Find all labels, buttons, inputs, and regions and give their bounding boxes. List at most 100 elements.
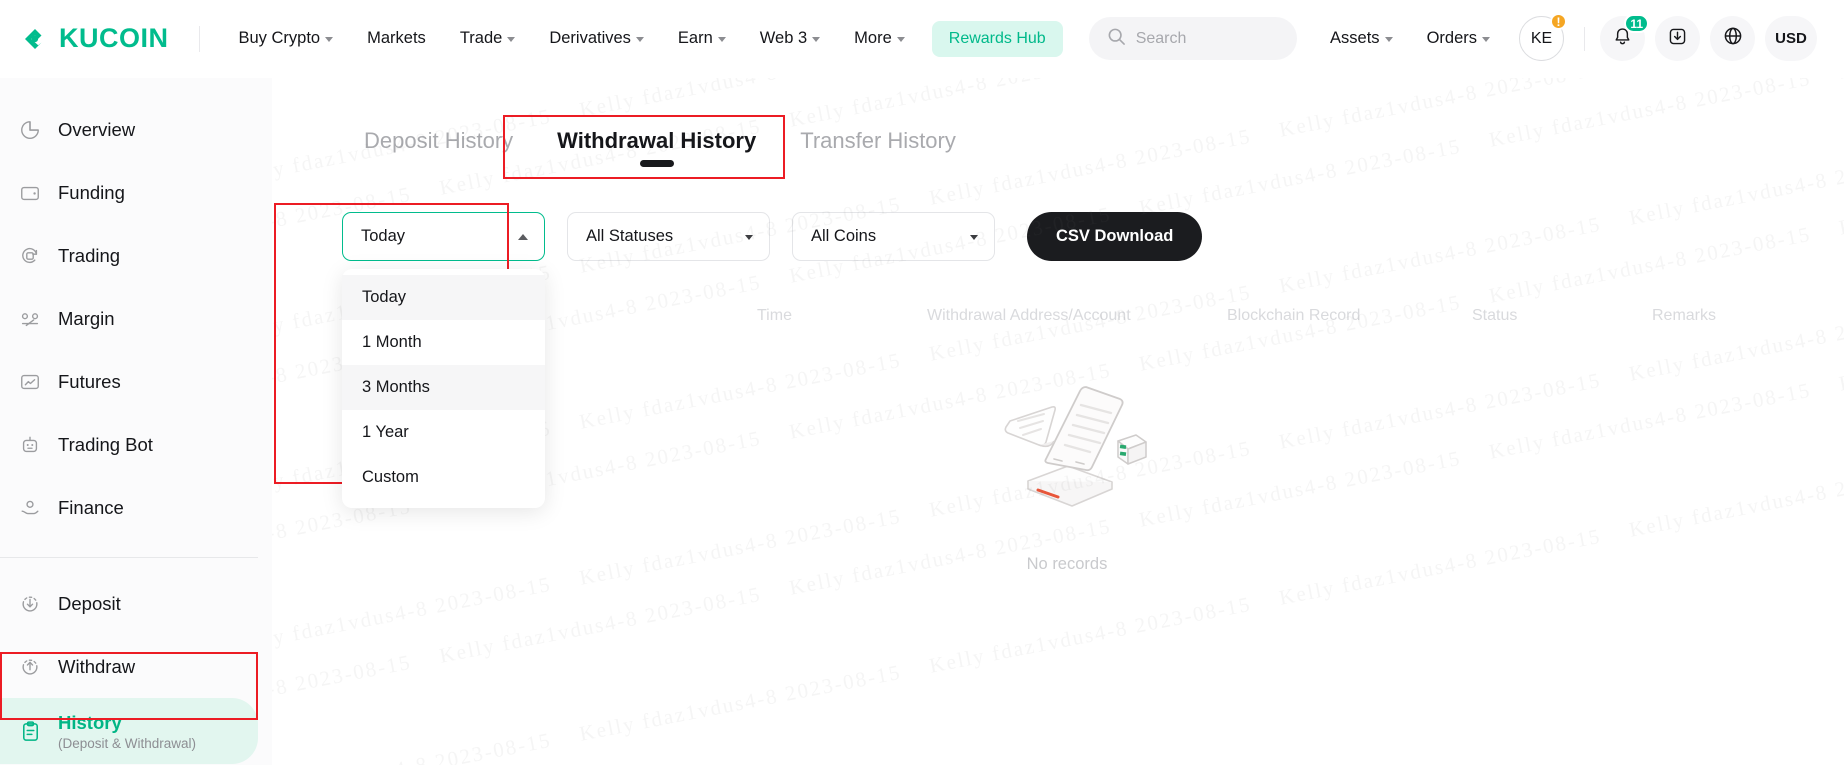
top-navigation-bar: KUCOIN Buy Crypto Markets Trade Derivati…	[0, 0, 1844, 78]
search-input[interactable]	[1135, 29, 1279, 48]
nav-item-earn[interactable]: Earn	[661, 21, 743, 56]
period-option-label: Custom	[362, 468, 419, 486]
nav-item-assets[interactable]: Assets	[1313, 21, 1410, 56]
tab-withdrawal-history[interactable]: Withdrawal History	[535, 128, 778, 170]
sidebar-item-trading[interactable]: Trading	[0, 224, 272, 287]
period-option-today[interactable]: Today	[342, 275, 545, 320]
period-option-label: Today	[362, 288, 407, 306]
sidebar-item-withdraw[interactable]: Withdraw	[0, 635, 272, 698]
no-records-label: No records	[1026, 555, 1108, 573]
period-option-label: 3 Months	[362, 378, 430, 396]
search-box[interactable]	[1088, 17, 1297, 60]
period-filter-wrapper: Today Today 1 Month 3 Months 1 Year Cust…	[342, 212, 545, 508]
chevron-down-icon	[1384, 37, 1393, 42]
margin-icon	[18, 307, 42, 331]
sidebar-item-finance[interactable]: Finance	[0, 476, 272, 539]
finance-icon	[18, 496, 42, 520]
no-records-illustration-icon	[980, 363, 1155, 533]
tab-label: Withdrawal History	[557, 128, 757, 153]
sidebar-item-funding[interactable]: Funding	[0, 161, 272, 224]
chevron-down-icon	[635, 37, 644, 42]
table-header-status: Status	[1472, 307, 1518, 324]
chevron-down-icon	[717, 37, 726, 42]
notifications-button[interactable]: 11	[1600, 14, 1649, 61]
currency-button[interactable]: USD	[1765, 16, 1817, 61]
sidebar-item-label: Trading Bot	[58, 433, 153, 455]
sidebar: Overview Funding Trading Margin Futures …	[0, 78, 272, 765]
nav-item-label: More	[854, 29, 892, 47]
wallet-icon	[18, 181, 42, 205]
coin-select[interactable]: All Coins	[792, 212, 995, 261]
period-option-3-months[interactable]: 3 Months	[342, 365, 545, 410]
deposit-arrow-icon	[18, 592, 42, 616]
kucoin-logo[interactable]: KUCOIN	[18, 22, 169, 56]
chevron-down-icon	[970, 235, 978, 240]
nav-divider	[1584, 26, 1585, 51]
tab-deposit-history[interactable]: Deposit History	[342, 128, 535, 170]
tab-label: Transfer History	[800, 128, 956, 153]
nav-item-derivatives[interactable]: Derivatives	[532, 21, 661, 56]
sidebar-item-history[interactable]: History (Deposit & Withdrawal)	[0, 698, 258, 764]
download-icon	[1667, 26, 1688, 52]
sidebar-item-label: Finance	[58, 496, 124, 518]
nav-item-label: Assets	[1330, 29, 1380, 47]
period-option-1-year[interactable]: 1 Year	[342, 410, 545, 455]
language-button[interactable]	[1710, 16, 1755, 61]
csv-download-button[interactable]: CSV Download	[1027, 212, 1203, 261]
status-select-value: All Statuses	[586, 227, 674, 245]
sidebar-item-label: Margin	[58, 307, 115, 329]
period-option-label: 1 Year	[362, 423, 409, 441]
futures-icon	[18, 370, 42, 394]
chevron-down-icon	[507, 37, 516, 42]
sidebar-item-label: Overview	[58, 118, 136, 140]
kucoin-logo-mark	[18, 22, 52, 56]
tab-transfer-history[interactable]: Transfer History	[778, 128, 978, 170]
sidebar-item-trading-bot[interactable]: Trading Bot	[0, 413, 272, 476]
period-option-custom[interactable]: Custom	[342, 455, 545, 500]
nav-item-label: Trade	[459, 29, 503, 47]
nav-item-label: Earn	[677, 29, 713, 47]
period-select[interactable]: Today	[342, 212, 545, 261]
avatar-alert-badge: !	[1550, 13, 1567, 30]
status-select[interactable]: All Statuses	[567, 212, 770, 261]
nav-item-buy-crypto[interactable]: Buy Crypto	[222, 21, 351, 56]
chevron-down-icon	[896, 37, 905, 42]
search-icon	[1107, 27, 1126, 51]
table-header-remarks: Remarks	[1652, 307, 1717, 324]
withdraw-arrow-icon	[18, 655, 42, 679]
clipboard-icon	[18, 719, 42, 743]
main-nav-items: Buy Crypto Markets Trade Derivatives Ear…	[222, 21, 922, 56]
sidebar-item-label: Withdraw	[58, 655, 136, 677]
globe-icon	[1722, 25, 1744, 52]
sidebar-item-label: History	[58, 711, 122, 733]
nav-item-label: Derivatives	[549, 29, 631, 47]
download-app-button[interactable]	[1655, 16, 1700, 61]
tab-label: Deposit History	[364, 128, 514, 153]
period-option-1-month[interactable]: 1 Month	[342, 320, 545, 365]
history-tabs: Deposit History Withdrawal History Trans…	[342, 78, 1844, 170]
table-header-blockchain-record: Blockchain Record	[1227, 307, 1361, 324]
sidebar-item-deposit[interactable]: Deposit	[0, 572, 272, 635]
nav-item-orders[interactable]: Orders	[1410, 21, 1507, 56]
pie-chart-icon	[18, 118, 42, 142]
sidebar-item-overview[interactable]: Overview	[0, 98, 272, 161]
nav-item-markets[interactable]: Markets	[350, 21, 443, 56]
sidebar-item-label: Funding	[58, 181, 125, 203]
exchange-icon	[18, 244, 42, 268]
chevron-down-icon	[745, 235, 753, 240]
nav-item-trade[interactable]: Trade	[443, 21, 533, 56]
robot-icon	[18, 433, 42, 457]
table-header-row: Time Withdrawal Address/Account Blockcha…	[342, 307, 1844, 325]
rewards-hub-button[interactable]: Rewards Hub	[931, 20, 1063, 57]
nav-item-web3[interactable]: Web 3	[743, 21, 837, 56]
nav-item-label: Web 3	[759, 29, 808, 47]
notification-count-badge: 11	[1624, 14, 1649, 33]
nav-item-label: Orders	[1426, 29, 1477, 47]
nav-item-more[interactable]: More	[837, 21, 922, 56]
nav-item-label: Markets	[367, 29, 426, 47]
sidebar-item-margin[interactable]: Margin	[0, 287, 272, 350]
sidebar-item-history-text: History (Deposit & Withdrawal)	[58, 712, 196, 751]
chevron-down-icon	[1482, 37, 1490, 42]
nav-divider	[198, 25, 200, 52]
sidebar-item-futures[interactable]: Futures	[0, 350, 272, 413]
